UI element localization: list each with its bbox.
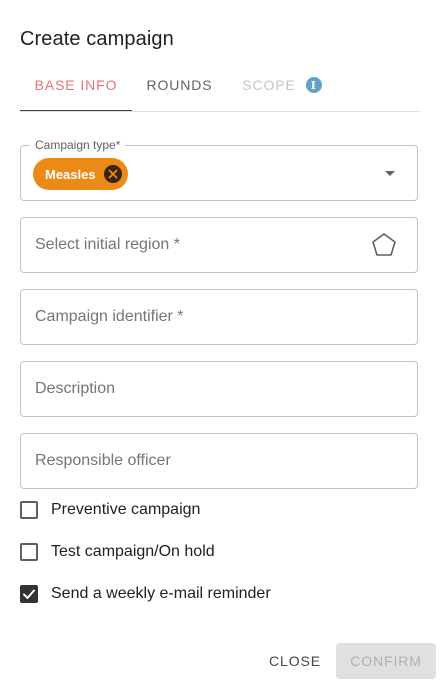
- checkbox-label: Preventive campaign: [51, 501, 201, 518]
- campaign-identifier-field[interactable]: Campaign identifier *: [20, 289, 418, 345]
- tab-scope: SCOPE i: [240, 58, 324, 112]
- tab-scope-label: SCOPE: [242, 77, 296, 93]
- tab-bar: BASE INFO ROUNDS SCOPE i: [20, 58, 420, 112]
- checkbox-box-checked[interactable]: [20, 585, 38, 603]
- campaign-type-label: Campaign type*: [30, 138, 126, 152]
- chip-remove-icon[interactable]: [103, 165, 122, 183]
- chevron-down-icon[interactable]: [385, 171, 395, 176]
- checkbox-label: Test campaign/On hold: [51, 543, 215, 560]
- description-placeholder: Description: [35, 380, 116, 397]
- responsible-officer-field[interactable]: Responsible officer: [20, 433, 418, 489]
- tab-rounds-label: ROUNDS: [146, 77, 213, 93]
- description-field[interactable]: Description: [20, 361, 418, 417]
- polygon-icon[interactable]: [371, 232, 397, 258]
- tab-rounds[interactable]: ROUNDS: [132, 58, 227, 112]
- measles-chip: Measles: [33, 158, 128, 190]
- preventive-campaign-checkbox[interactable]: Preventive campaign: [20, 498, 200, 522]
- campaign-type-select[interactable]: Campaign type* Measles: [20, 138, 418, 201]
- close-button[interactable]: CLOSE: [258, 643, 332, 679]
- weekly-reminder-checkbox[interactable]: Send a weekly e-mail reminder: [20, 582, 271, 606]
- dialog-title: Create campaign: [20, 28, 174, 50]
- campaign-identifier-placeholder: Campaign identifier *: [35, 308, 184, 325]
- tabs-divider: [20, 111, 420, 112]
- checkbox-label: Send a weekly e-mail reminder: [51, 585, 271, 602]
- initial-region-field[interactable]: Select initial region *: [20, 217, 418, 273]
- info-icon[interactable]: i: [305, 77, 322, 93]
- chip-label: Measles: [45, 166, 96, 182]
- tab-base-info[interactable]: BASE INFO: [20, 58, 132, 112]
- tab-base-info-label: BASE INFO: [34, 77, 118, 93]
- confirm-button: CONFIRM: [336, 643, 436, 679]
- check-icon: [23, 589, 35, 599]
- initial-region-placeholder: Select initial region *: [35, 236, 180, 253]
- responsible-officer-placeholder: Responsible officer: [35, 452, 171, 469]
- test-campaign-checkbox[interactable]: Test campaign/On hold: [20, 540, 215, 564]
- checkbox-box[interactable]: [20, 543, 38, 561]
- checkbox-box[interactable]: [20, 501, 38, 519]
